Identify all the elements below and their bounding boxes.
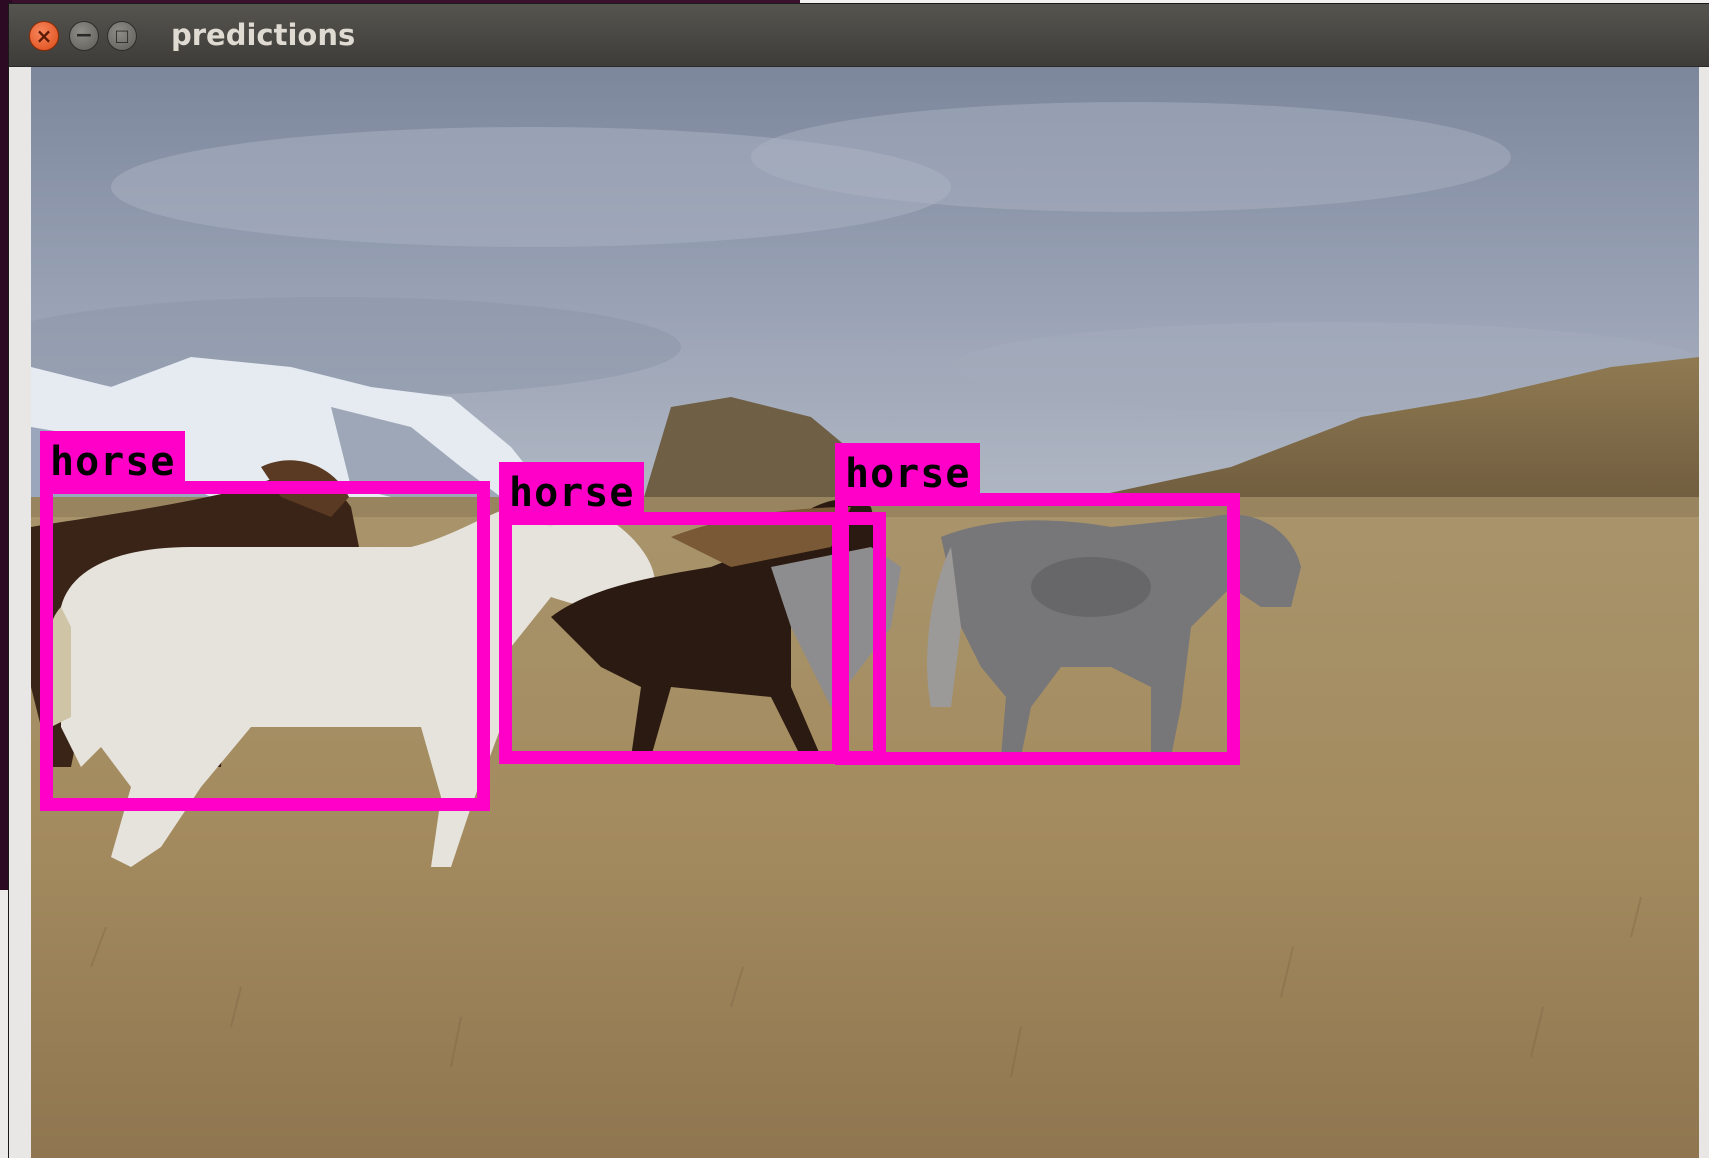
detection-box [499, 512, 849, 764]
window-title: predictions [171, 18, 356, 52]
maximize-icon: □ [114, 26, 130, 45]
predictions-window: × − □ predictions horse horse horse [9, 4, 1709, 1158]
maximize-button[interactable]: □ [107, 21, 137, 51]
detection-box [40, 481, 490, 811]
close-button[interactable]: × [29, 21, 59, 51]
close-icon: × [35, 24, 53, 48]
detection-box [835, 493, 1240, 765]
minimize-button[interactable]: − [69, 21, 99, 51]
detection-label: horse [499, 462, 645, 524]
detection-label: horse [835, 443, 981, 505]
window-titlebar[interactable]: × − □ predictions [9, 4, 1709, 67]
detection-label: horse [40, 431, 186, 493]
prediction-image: horse horse horse [31, 67, 1699, 1158]
minimize-icon: − [74, 23, 94, 48]
